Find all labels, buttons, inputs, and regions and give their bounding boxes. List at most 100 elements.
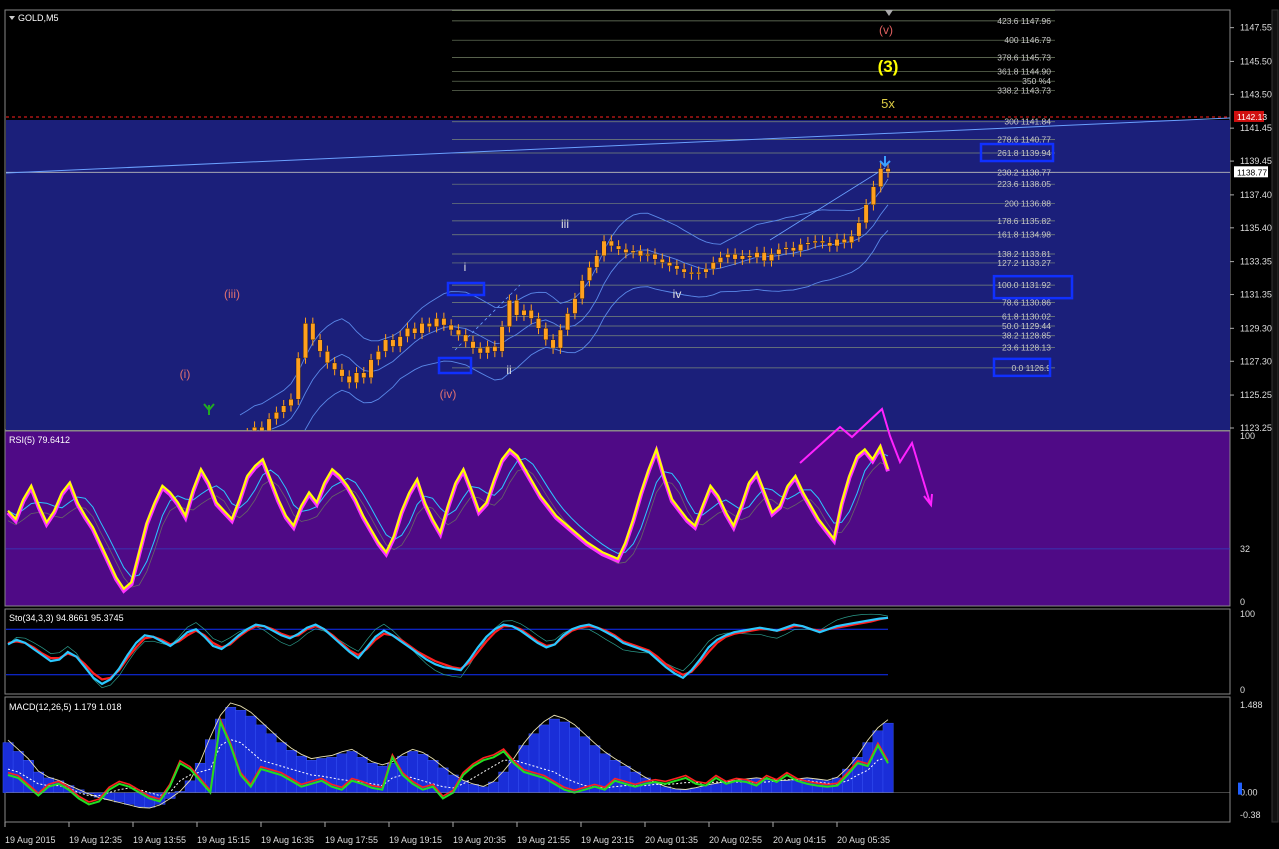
fib-label: 423.6 1147.96 (997, 16, 1051, 26)
time-tick-label: 19 Aug 15:15 (197, 835, 250, 845)
candle-body (426, 323, 432, 327)
candle-body (499, 326, 505, 352)
macd-tick-label: 1.488 (1240, 700, 1263, 710)
macd-histogram-bar (680, 789, 692, 793)
price-tick-label: 1141.45 (1240, 123, 1272, 133)
fib-label: 200 1136.88 (1004, 198, 1051, 208)
time-tick-label: 19 Aug 13:55 (133, 835, 186, 845)
wave-label: (v) (879, 23, 893, 37)
macd-histogram-bar (559, 721, 570, 793)
candle-body (849, 235, 854, 243)
candle-body (710, 262, 716, 270)
wave-label: 5x (881, 96, 895, 111)
candle-body (405, 328, 410, 337)
candle-body (703, 268, 709, 273)
wave-label: (iii) (224, 287, 240, 301)
candle-body (485, 346, 490, 354)
price-tick-label: 1133.35 (1240, 257, 1272, 267)
macd-histogram-bar (538, 724, 550, 793)
candle-body (681, 268, 687, 273)
candle-body (769, 254, 774, 261)
price-tick-label: 1127.30 (1240, 356, 1272, 366)
candle-body (579, 280, 585, 299)
macd-histogram-bar (114, 792, 125, 803)
macd-histogram-bar (629, 771, 641, 793)
candle-body (878, 168, 884, 187)
macd-histogram-bar (124, 792, 135, 805)
macd-histogram-bar (862, 742, 874, 793)
rsi-background (4, 430, 1231, 607)
candle-body (761, 252, 767, 261)
time-tick-label: 19 Aug 2015 (5, 835, 56, 845)
macd-histogram-bar (306, 760, 318, 793)
candle-body (623, 249, 629, 253)
candle-body (790, 247, 796, 252)
fib-label: 61.8 1130.02 (1002, 311, 1051, 321)
candle-body (325, 351, 330, 364)
candle-body (616, 245, 621, 250)
stochastic-panel: Sto(34,3,3) 94.8661 95.3745 (4, 608, 1231, 695)
candle-body (798, 244, 803, 252)
fib-label: 378.6 1145.73 (997, 53, 1051, 63)
candle-body (820, 240, 825, 243)
time-tick-label: 20 Aug 04:15 (773, 835, 826, 845)
chart-scrollbar[interactable] (1271, 9, 1279, 823)
candle-body (667, 262, 672, 266)
candle-body (368, 359, 374, 378)
candle-body (740, 255, 745, 260)
stochastic-title: Sto(34,3,3) 94.8661 95.3745 (9, 613, 124, 623)
candle-body (266, 418, 272, 433)
candle-body (805, 242, 811, 245)
candle-body (281, 405, 287, 413)
fib-label: 127.2 1133.27 (997, 258, 1051, 268)
price-tick-label: 1143.50 (1240, 89, 1272, 99)
candle-body (550, 339, 556, 349)
macd-histogram-bar (255, 724, 267, 793)
candle-body (310, 323, 316, 341)
value-axes: 1147.55 1145.50 1143.50 1141.45 1139.45 1137.… (1230, 23, 1272, 820)
candle-body (390, 339, 396, 347)
candle-body (630, 250, 636, 253)
current-price-label: 1138.77 (1237, 167, 1267, 177)
macd-histogram-bar (872, 730, 884, 793)
fib-label: 78.6 1130.86 (1002, 298, 1051, 308)
wave-label: iv (673, 287, 682, 301)
macd-histogram-bar (710, 783, 722, 793)
fib-label: 100.0 1131.92 (997, 280, 1051, 290)
wave-label: (3) (878, 57, 899, 76)
macd-histogram-bar (468, 784, 479, 793)
price-tick-label: 1147.55 (1240, 23, 1272, 33)
candle-body (448, 324, 454, 331)
wave-label: i (464, 260, 467, 274)
candle-body (674, 265, 680, 270)
price-tick-label: 1137.40 (1240, 190, 1272, 200)
candle-body (419, 323, 425, 334)
macd-histogram-bar (528, 733, 540, 793)
candle-body (601, 240, 607, 256)
time-tick-label: 19 Aug 23:15 (581, 835, 634, 845)
fib-label: 23.6 1128.13 (1002, 343, 1051, 353)
main-panel: 423.6 1147.96 400 1146.79 378.6 1145.73 361… (4, 9, 1231, 463)
wave-label: (i) (180, 367, 191, 381)
macd-histogram-bar (12, 751, 24, 793)
candle-body (856, 222, 862, 237)
rsi-tick-label: 32 (1240, 544, 1250, 554)
wave-label: iii (561, 217, 569, 231)
candle-body (441, 318, 447, 326)
macd-histogram-bar (650, 783, 661, 793)
macd-tick-label: -0.38 (1240, 810, 1261, 820)
fib-label: 178.6 1135.82 (997, 216, 1051, 226)
symbol-label: GOLD,M5 (18, 13, 59, 23)
candle-body (332, 362, 338, 370)
candle-body (412, 328, 418, 334)
rsi-title: RSI(5) 79.6412 (9, 435, 70, 445)
candle-body (507, 300, 512, 327)
price-tick-label: 1129.30 (1240, 323, 1272, 333)
price-tick-label: 1125.25 (1240, 390, 1272, 400)
candle-body (645, 254, 651, 256)
price-tick-label: 1135.40 (1240, 223, 1272, 233)
fib-label: 223.6 1138.05 (997, 179, 1051, 189)
fib-label: 50.0 1129.44 (1002, 321, 1051, 331)
macd-histogram-bar (2, 742, 14, 793)
candle-body (470, 341, 476, 349)
